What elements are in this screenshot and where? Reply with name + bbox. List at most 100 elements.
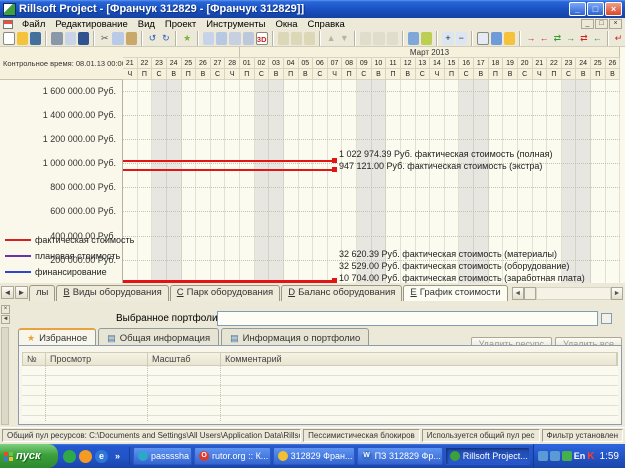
hscroll-right-icon[interactable]: ► [611, 287, 623, 300]
copy-assignment-icon[interactable] [304, 32, 315, 45]
view-tab[interactable]: ВВиды оборудования [56, 285, 168, 301]
shift-left-icon[interactable]: → [525, 32, 536, 45]
tab-scroll-left-icon[interactable]: ◄ [1, 286, 14, 299]
taskbar-task-button[interactable]: O rutor.org :: К... [194, 447, 271, 465]
start-button[interactable]: пуск [0, 444, 58, 468]
view-tab[interactable]: ЕГрафик стоимости [403, 285, 507, 301]
portfolio-tab[interactable]: ▤ Информация о портфолио [221, 328, 369, 345]
open-project-icon[interactable] [17, 32, 28, 45]
toolbar-icon[interactable] [93, 31, 95, 46]
copy-view-icon[interactable] [408, 32, 419, 45]
dock-collapse-icon[interactable]: ◄ [1, 315, 10, 324]
quick-launch-browser-icon[interactable] [79, 450, 92, 463]
dock-splitter[interactable] [1, 327, 9, 425]
portfolio-field[interactable] [217, 311, 598, 326]
mdi-minimize-button[interactable]: _ [581, 19, 594, 29]
toolbar-icon[interactable] [471, 31, 473, 46]
3d-view-button[interactable]: 3D [256, 32, 268, 45]
toolbar-icon[interactable] [319, 31, 321, 46]
toolbar-icon[interactable] [607, 31, 609, 46]
quick-launch-messenger-icon[interactable] [63, 450, 76, 463]
align-start-icon[interactable]: → [565, 32, 576, 45]
tab-scroll-right-icon[interactable]: ► [15, 286, 28, 299]
quick-launch-ie-icon[interactable]: e [95, 450, 108, 463]
taskbar-task-button[interactable]: W ПЗ 312829 Фр... [357, 447, 443, 465]
view-tab[interactable]: лы [29, 285, 55, 301]
language-indicator[interactable]: En [574, 451, 586, 461]
zoom-in-icon[interactable]: + [442, 32, 453, 45]
undo-icon[interactable]: ↺ [147, 32, 158, 45]
redo-icon[interactable]: ↻ [160, 32, 171, 45]
toolbar-icon[interactable] [354, 31, 356, 46]
insert-task-icon[interactable] [203, 32, 214, 45]
table-body[interactable] [22, 366, 618, 421]
menu-item[interactable]: Проект [160, 19, 201, 30]
mdi-restore-button[interactable]: □ [595, 19, 608, 29]
copy-resource-icon[interactable] [291, 32, 302, 45]
toolbar-icon[interactable] [141, 31, 143, 46]
toolbar-icon[interactable] [197, 31, 199, 46]
print-preview-icon[interactable] [65, 32, 76, 45]
table-header-cell[interactable]: Просмотр [46, 353, 148, 365]
zoom-out-icon[interactable]: − [456, 32, 467, 45]
table-header-cell[interactable]: Масштаб [148, 353, 221, 365]
new-document-icon[interactable] [3, 32, 15, 45]
task-properties-icon[interactable] [243, 32, 254, 45]
toolbar-icon[interactable] [45, 31, 47, 46]
copy-icon[interactable] [112, 32, 123, 45]
resource-pool-folder-icon[interactable] [504, 32, 515, 45]
cut-icon[interactable]: ✂ [99, 32, 110, 45]
align-end-icon[interactable]: ⇄ [578, 32, 589, 45]
toolbar-icon[interactable] [272, 31, 274, 46]
progress-line-icon[interactable]: ↵ [613, 32, 624, 45]
portfolio-tab[interactable]: ★ Избранное [18, 328, 96, 345]
print-icon[interactable] [51, 32, 62, 45]
split-window-icon[interactable] [477, 32, 489, 45]
save-icon[interactable] [30, 32, 41, 45]
arrange-windows-icon[interactable] [491, 32, 502, 45]
swap-tasks-icon[interactable]: ⇄ [552, 32, 563, 45]
toolbar-icon[interactable] [175, 31, 177, 46]
menu-item[interactable]: Файл [17, 19, 50, 30]
portfolio-browse-button[interactable] [601, 313, 612, 324]
project-wizard-icon[interactable]: ★ [181, 32, 192, 45]
minimize-button[interactable]: _ [569, 2, 586, 16]
view-tab[interactable]: DБаланс оборудования [281, 285, 402, 301]
move-up-icon[interactable]: ▲ [325, 32, 336, 45]
tray-monitor-icon[interactable] [550, 451, 560, 461]
view-tab[interactable]: СПарк оборудования [170, 285, 280, 301]
compress-schedule-icon[interactable]: ← [592, 32, 603, 45]
split-task-icon[interactable] [229, 32, 240, 45]
toolbar-icon[interactable] [402, 31, 404, 46]
dock-close-icon[interactable]: × [1, 305, 10, 314]
document-icon[interactable] [3, 20, 13, 29]
restore-button[interactable]: □ [587, 2, 604, 16]
paste-icon[interactable] [126, 32, 137, 45]
kaspersky-tray-icon[interactable]: K [587, 451, 594, 462]
portfolio-tab[interactable]: ▤ Общая информация [98, 328, 219, 345]
quick-launch-overflow-icon[interactable]: » [111, 450, 124, 463]
link-tasks-icon[interactable] [216, 32, 227, 45]
menu-item[interactable]: Инструменты [201, 19, 270, 30]
copy-task-icon[interactable] [278, 32, 289, 45]
toolbar-icon[interactable] [436, 31, 438, 46]
menu-item[interactable]: Вид [133, 19, 160, 30]
move-down-icon[interactable]: ▼ [339, 32, 350, 45]
hscroll-left-icon[interactable]: ◄ [512, 287, 524, 300]
toolbar-icon[interactable] [519, 31, 521, 46]
filter-icon[interactable] [421, 32, 432, 45]
mdi-close-button[interactable]: × [609, 19, 622, 29]
indent-icon[interactable] [360, 32, 371, 45]
menu-item[interactable]: Редактирование [50, 19, 132, 30]
find-icon[interactable] [78, 32, 89, 45]
tray-antivirus-icon[interactable] [562, 451, 572, 461]
taskbar-task-button[interactable]: passssha [133, 447, 192, 465]
chart-plot-area[interactable]: 1 022 974.39 Руб. фактическая стоимость … [123, 80, 620, 283]
hscroll-thumb[interactable] [524, 287, 536, 300]
table-header-cell[interactable]: Комментарий [221, 353, 617, 365]
taskbar-task-button[interactable]: 312829 Фран... [273, 447, 355, 465]
taskbar-task-button[interactable]: Rillsoft Project... [445, 447, 530, 465]
menu-item[interactable]: Окна [270, 19, 302, 30]
shift-right-icon[interactable]: ← [538, 32, 549, 45]
outdent-icon[interactable] [373, 32, 384, 45]
